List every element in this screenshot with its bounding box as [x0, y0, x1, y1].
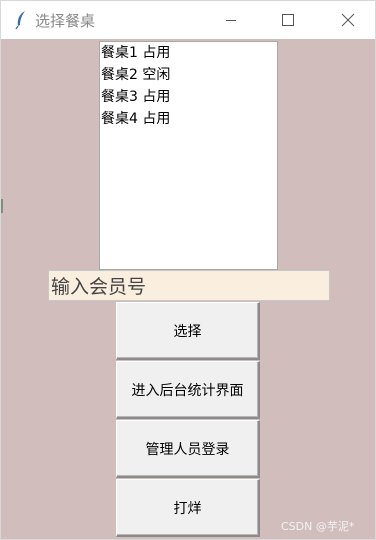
feather-icon — [15, 11, 25, 30]
close-button[interactable] — [325, 1, 371, 39]
minimize-button[interactable] — [208, 1, 254, 39]
list-item[interactable]: 餐桌2 空闲 — [100, 64, 277, 86]
app-window: 选择餐桌 餐桌1 占用 餐桌2 空闲 餐桌3 占用 餐桌4 占用 选择 进入后台… — [0, 0, 376, 540]
watermark: CSDN @芋泥* — [281, 520, 355, 533]
minimize-icon — [226, 20, 236, 21]
list-item[interactable]: 餐桌1 占用 — [100, 42, 277, 64]
title-bar[interactable]: 选择餐桌 — [1, 1, 375, 39]
close-icon — [341, 13, 355, 27]
select-button[interactable]: 选择 — [116, 302, 260, 360]
list-item[interactable]: 餐桌4 占用 — [100, 108, 277, 130]
table-listbox[interactable]: 餐桌1 占用 餐桌2 空闲 餐桌3 占用 餐桌4 占用 — [99, 41, 278, 270]
maximize-button[interactable] — [265, 1, 311, 39]
edge-marker — [1, 199, 3, 213]
member-number-input[interactable] — [48, 270, 330, 301]
maximize-icon — [282, 14, 294, 26]
list-item[interactable]: 餐桌3 占用 — [100, 86, 277, 108]
stats-button[interactable]: 进入后台统计界面 — [116, 361, 260, 419]
admin-login-button[interactable]: 管理人员登录 — [116, 420, 260, 478]
close-shop-button[interactable]: 打烊 — [116, 479, 260, 537]
window-title: 选择餐桌 — [35, 12, 96, 30]
